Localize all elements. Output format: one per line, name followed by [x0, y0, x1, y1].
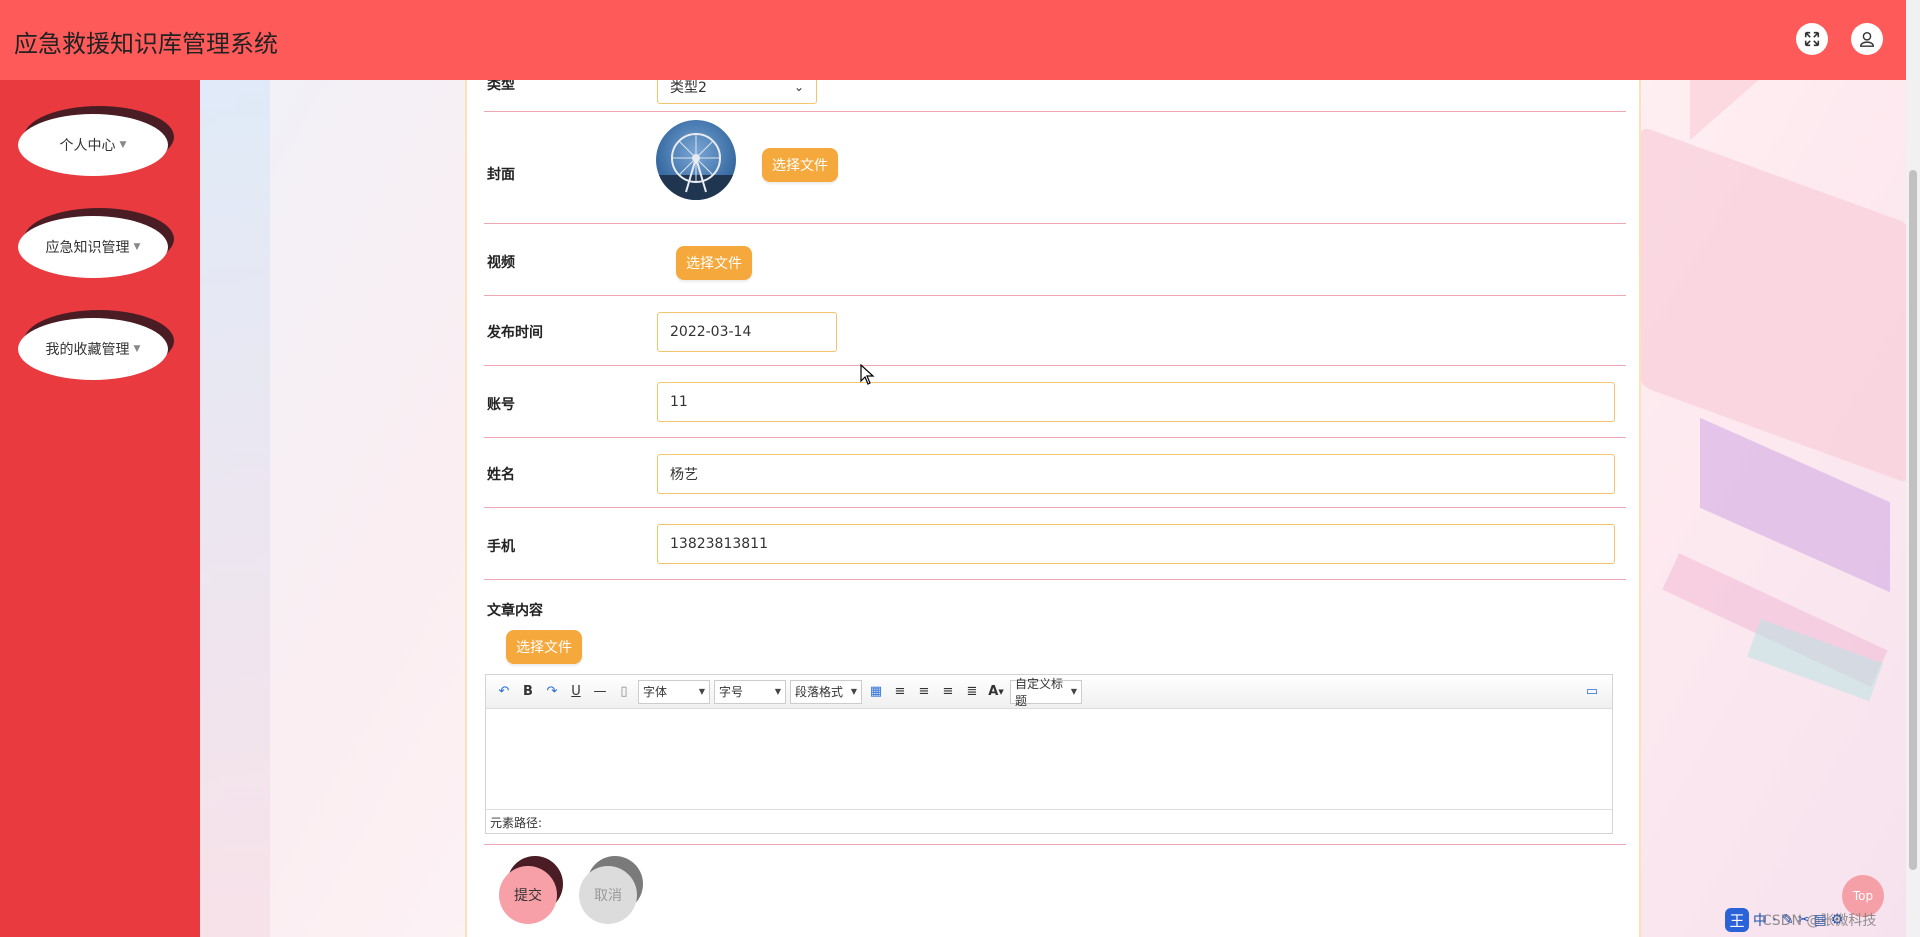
field-label: 文章内容	[487, 603, 543, 619]
chevron-down-icon: ⌄	[793, 80, 804, 94]
form-row-publish-time: 发布时间 2022-03-14	[484, 296, 1626, 366]
font-size-select[interactable]: 字号 ▼	[714, 679, 786, 704]
mouse-cursor-icon	[860, 363, 876, 390]
horizontal-rule-icon[interactable]: —	[590, 682, 610, 702]
caret-down-icon: ▼	[1070, 687, 1077, 696]
caret-down-icon: ▼	[133, 344, 141, 354]
caret-down-icon: ▼	[133, 242, 141, 252]
editor-toolbar: ↶ B ↷ U — ▯ 字体 ▼ 字号 ▼ 段落格式 ▼ ▦ ≡ ≡ ≡ ≣ A ▼ 自…	[486, 675, 1612, 709]
app-title: 应急救援知识库管理系统	[14, 30, 278, 58]
user-icon	[1859, 31, 1875, 47]
document-icon[interactable]: ▯	[614, 682, 634, 702]
bold-icon[interactable]: B	[518, 682, 538, 702]
align-justify-icon[interactable]: ≣	[962, 682, 982, 702]
caret-down-icon: ▼	[119, 140, 127, 150]
name-input[interactable]: 杨艺	[657, 454, 1615, 494]
align-right-icon[interactable]: ≡	[914, 682, 934, 702]
field-label: 封面	[487, 167, 515, 183]
content-choose-file-button[interactable]: 选择文件	[506, 630, 582, 664]
field-label: 姓名	[487, 467, 515, 483]
bg-shape	[200, 70, 270, 937]
top-header: 应急救援知识库管理系统	[0, 0, 1906, 80]
rich-text-editor: ↶ B ↷ U — ▯ 字体 ▼ 字号 ▼ 段落格式 ▼ ▦ ≡ ≡ ≡ ≣ A ▼ 自…	[485, 674, 1613, 834]
undo-icon[interactable]: ↶	[494, 682, 514, 702]
sidebar-item-knowledge-management[interactable]: 应急知识管理 ▼	[18, 208, 174, 284]
redo-icon[interactable]: ↷	[542, 682, 562, 702]
form-row-account: 账号 11	[484, 366, 1626, 438]
video-choose-file-button[interactable]: 选择文件	[676, 246, 752, 280]
field-label: 发布时间	[487, 325, 543, 341]
expand-arrows-icon	[1804, 31, 1820, 47]
scrollbar-thumb[interactable]	[1909, 170, 1917, 870]
sidebar-item-favorites-management[interactable]: 我的收藏管理 ▼	[18, 310, 174, 386]
cover-choose-file-button[interactable]: 选择文件	[762, 148, 838, 182]
user-button[interactable]	[1851, 23, 1883, 55]
editor-content-area[interactable]	[486, 709, 1612, 809]
field-label: 手机	[487, 539, 515, 555]
publish-time-input[interactable]: 2022-03-14	[657, 312, 837, 352]
align-left-icon[interactable]: ≡	[890, 682, 910, 702]
align-center-icon[interactable]: ≡	[938, 682, 958, 702]
sidebar: 个人中心 ▼ 应急知识管理 ▼ 我的收藏管理 ▼	[0, 80, 200, 937]
field-label: 视频	[487, 255, 515, 271]
sidebar-item-label: 个人中心	[59, 138, 116, 154]
phone-input[interactable]: 13823813811	[657, 524, 1615, 564]
bg-shape	[1690, 70, 1770, 140]
bg-shape	[1640, 125, 1910, 485]
fullscreen-button[interactable]	[1796, 23, 1828, 55]
underline-icon[interactable]: U	[566, 682, 586, 702]
caret-down-icon: ▼	[698, 687, 705, 696]
table-icon[interactable]: ▦	[866, 682, 886, 702]
form-row-video: 视频 选择文件	[484, 224, 1626, 296]
page-scrollbar[interactable]	[1906, 0, 1920, 937]
account-input[interactable]: 11	[657, 382, 1615, 422]
sidebar-item-label: 我的收藏管理	[45, 342, 130, 358]
ime-logo-icon[interactable]: 王	[1725, 908, 1749, 932]
field-label: 账号	[487, 397, 515, 413]
element-path: 元素路径:	[486, 809, 1612, 833]
submit-button[interactable]: 提交	[499, 856, 563, 924]
cancel-button[interactable]: 取消	[579, 856, 643, 924]
form-row-phone: 手机 13823813811	[484, 508, 1626, 580]
sidebar-item-personal-center[interactable]: 个人中心 ▼	[18, 106, 174, 182]
font-color-icon[interactable]: A ▼	[986, 682, 1006, 702]
custom-title-select[interactable]: 自定义标题 ▼	[1010, 677, 1082, 708]
caret-down-icon: ▼	[774, 687, 781, 696]
form-row-cover: 封面 选择文件	[484, 112, 1626, 224]
sidebar-item-label: 应急知识管理	[45, 240, 130, 256]
font-family-select[interactable]: 字体 ▼	[638, 679, 710, 704]
paragraph-format-select[interactable]: 段落格式 ▼	[790, 679, 862, 704]
watermark: CSDN @张微科技	[1762, 913, 1877, 929]
form-row-name: 姓名 杨艺	[484, 438, 1626, 508]
cover-image	[656, 120, 736, 200]
fullscreen-editor-icon[interactable]: ▭	[1582, 682, 1602, 702]
caret-down-icon: ▼	[850, 687, 857, 696]
form-card: 类型 类型2 ⌄ 封面 选择文件 视频 选择文件 发布时间 2022-03-14	[465, 60, 1641, 937]
